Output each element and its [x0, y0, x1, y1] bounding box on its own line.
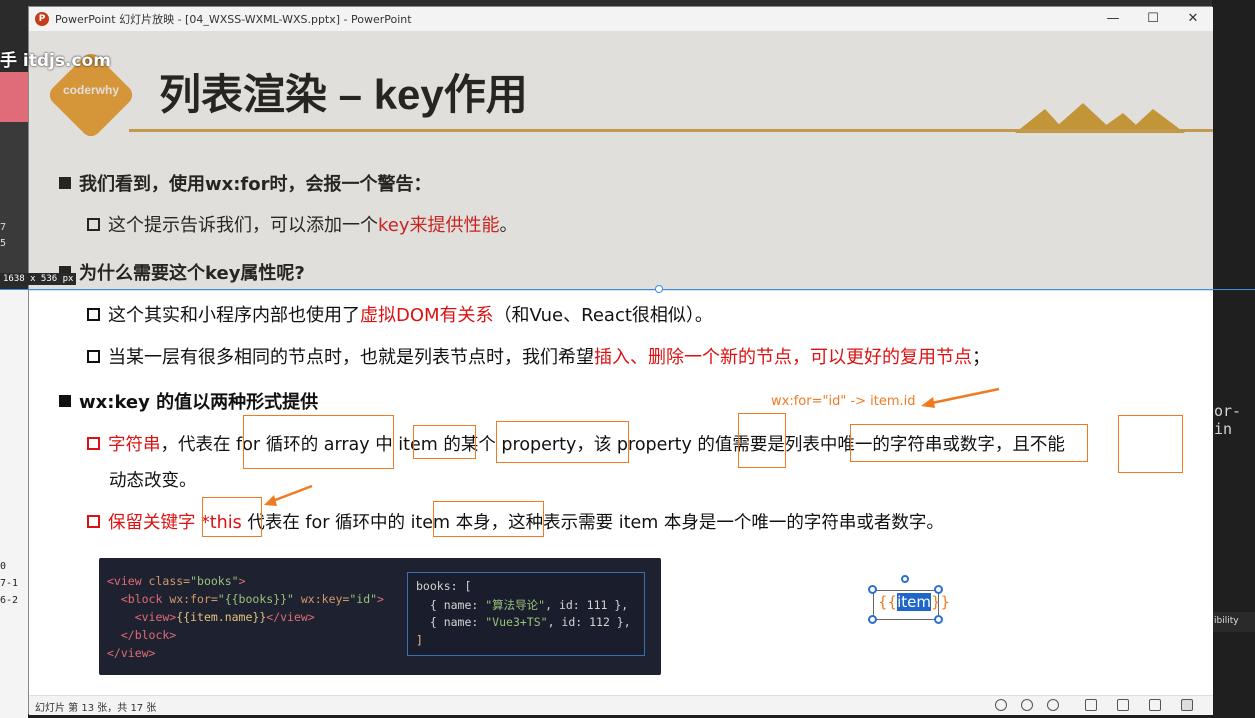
left-number: 0 [0, 561, 7, 572]
highlight-box [433, 501, 544, 537]
bullet-square-icon [59, 395, 71, 407]
logo-text: coderwhy [62, 83, 119, 97]
sub-1-text-b: 。 [499, 215, 518, 236]
code-line: { name: "Vue3+TS", id: 112 }, [416, 615, 631, 629]
bullet-2: 为什么需要这个key属性呢? [59, 259, 305, 285]
reading-view-icon[interactable] [1149, 699, 1161, 711]
resize-handle[interactable] [934, 615, 943, 624]
close-button[interactable]: ✕ [1173, 7, 1213, 31]
code-line: </block> [107, 628, 177, 642]
annotation-arrow-icon [264, 484, 313, 506]
resize-handle[interactable] [868, 585, 877, 594]
sub-bullet-3: 当某一层有很多相同的节点时，也就是列表节点时，我们希望插入、删除一个新的节点，可… [87, 343, 990, 369]
sub-3-text-a: 当某一层有很多相同的节点时，也就是列表节点时，我们希望 [108, 347, 594, 368]
highlight-box [738, 413, 786, 468]
selection-guide-line [0, 289, 1255, 290]
highlight-box [202, 497, 262, 537]
hollow-square-icon [87, 308, 100, 321]
window-titlebar[interactable]: P PowerPoint 幻灯片放映 - [04_WXSS-WXML-WXS.p… [29, 7, 1213, 31]
powerpoint-window: P PowerPoint 幻灯片放映 - [04_WXSS-WXML-WXS.p… [28, 6, 1213, 715]
window-title: PowerPoint 幻灯片放映 - [04_WXSS-WXML-WXS.ppt… [55, 13, 412, 26]
left-number: 5 [0, 238, 7, 249]
sub-2-text-red: 虚拟DOM有关系 [360, 305, 494, 326]
sub-1-text-red: key来提供性能 [378, 215, 500, 236]
sub-bullet-1: 这个提示告诉我们，可以添加一个key来提供性能。 [87, 211, 518, 237]
normal-view-icon[interactable] [1085, 699, 1097, 711]
hollow-square-red-icon [87, 515, 100, 528]
background-right-panel: or-in ibility [1212, 0, 1255, 718]
slide-canvas: coderwhy 列表渲染 – key作用 我们看到，使用wx:for时，会报一… [29, 31, 1213, 695]
sub-5-text-a: 代表在 for 循环中的 item 本身，这种表示需要 item 本身是一个唯一… [241, 513, 944, 533]
sub-2-text-a: 这个其实和小程序内部也使用了 [108, 305, 360, 326]
highlight-box [413, 425, 476, 459]
bullet-3: wx:key 的值以两种形式提供 [59, 388, 318, 414]
dimension-label: 1638 x 536 px [0, 273, 77, 285]
code-line: books: [ [416, 579, 472, 593]
status-bar: 幻灯片 第 13 张，共 17 张 [29, 695, 1213, 715]
guide-handle-icon[interactable] [655, 285, 663, 293]
bullet-1-text: 我们看到，使用wx:for时，会报一个警告： [79, 174, 432, 195]
bullet-1: 我们看到，使用wx:for时，会报一个警告： [59, 170, 432, 196]
sub-2-text-b: （和Vue、React很相似）。 [493, 305, 713, 326]
annotation-arrow-icon [921, 387, 1000, 408]
slide-sorter-icon[interactable] [1117, 699, 1129, 711]
title-underline [129, 129, 1213, 132]
highlight-box [850, 424, 1088, 462]
code-line: <block wx:for="{{books}}" wx:key="id"> [107, 592, 384, 606]
watermark: 手 itdjs.com [0, 51, 111, 71]
slide-counter: 幻灯片 第 13 张，共 17 张 [35, 703, 157, 714]
left-number: 7 [0, 222, 7, 233]
sub-3-text-red: 插入、删除一个新的节点，可以更好的复用节点 [594, 347, 972, 368]
selected-item-text[interactable]: {{item}} [878, 593, 950, 611]
powerpoint-icon: P [35, 12, 49, 26]
menu-icon[interactable] [1021, 699, 1033, 711]
sub-4-text-red: 字符串 [108, 435, 161, 455]
code-line: </view> [107, 646, 156, 660]
highlight-box [496, 421, 629, 463]
bullet-3-text: wx:key 的值以两种形式提供 [79, 392, 319, 413]
sub-bullet-2: 这个其实和小程序内部也使用了虚拟DOM有关系（和Vue、React很相似）。 [87, 301, 713, 327]
code-line: <view class="books"> [107, 574, 246, 588]
left-number: 7-1 [0, 578, 19, 589]
code-snippet-image: <view class="books"> <block wx:for="{{bo… [99, 558, 661, 675]
slide-header: coderwhy 列表渲染 – key作用 [29, 31, 1213, 141]
code-line: <view>{{item.name}}</view> [107, 610, 315, 624]
sub-3-text-b: ； [972, 347, 990, 368]
annotation-text: wx:for="id" -> item.id [771, 394, 916, 409]
slide-title: 列表渲染 – key作用 [159, 71, 528, 118]
sub-1-text-a: 这个提示告诉我们，可以添加一个 [108, 215, 378, 236]
hollow-square-icon [87, 218, 100, 231]
next-slide-icon[interactable] [1047, 699, 1059, 711]
right-sidebar-item[interactable]: ibility [1212, 612, 1255, 632]
minimize-button[interactable]: — [1093, 7, 1133, 31]
slideshow-icon[interactable] [1181, 699, 1193, 711]
code-data-panel: books: [ { name: "算法导论", id: 111 }, { na… [407, 572, 645, 656]
bullet-2-text: 为什么需要这个key属性呢? [79, 263, 305, 284]
maximize-button[interactable]: ☐ [1133, 7, 1173, 31]
prev-slide-icon[interactable] [995, 699, 1007, 711]
highlight-box [1118, 415, 1183, 473]
background-left-panel: 7 5 0 7-1 6-2 [0, 0, 28, 718]
hollow-square-icon [87, 350, 100, 363]
background-pink-block [0, 72, 28, 122]
code-line: { name: "算法导论", id: 111 }, [416, 598, 629, 612]
background-white-block [0, 290, 28, 718]
highlight-box [243, 415, 394, 469]
right-code-fragment: or-in [1214, 402, 1242, 438]
background-gray-block [0, 122, 28, 282]
left-number: 6-2 [0, 595, 19, 606]
code-line: ] [416, 633, 423, 647]
bullet-square-icon [59, 177, 71, 189]
sub-4-text-b: 动态改变。 [109, 471, 197, 491]
rotate-handle[interactable] [901, 575, 909, 583]
resize-handle[interactable] [868, 615, 877, 624]
hollow-square-red-icon [87, 437, 100, 450]
sub-bullet-4-continued: 动态改变。 [109, 467, 197, 492]
